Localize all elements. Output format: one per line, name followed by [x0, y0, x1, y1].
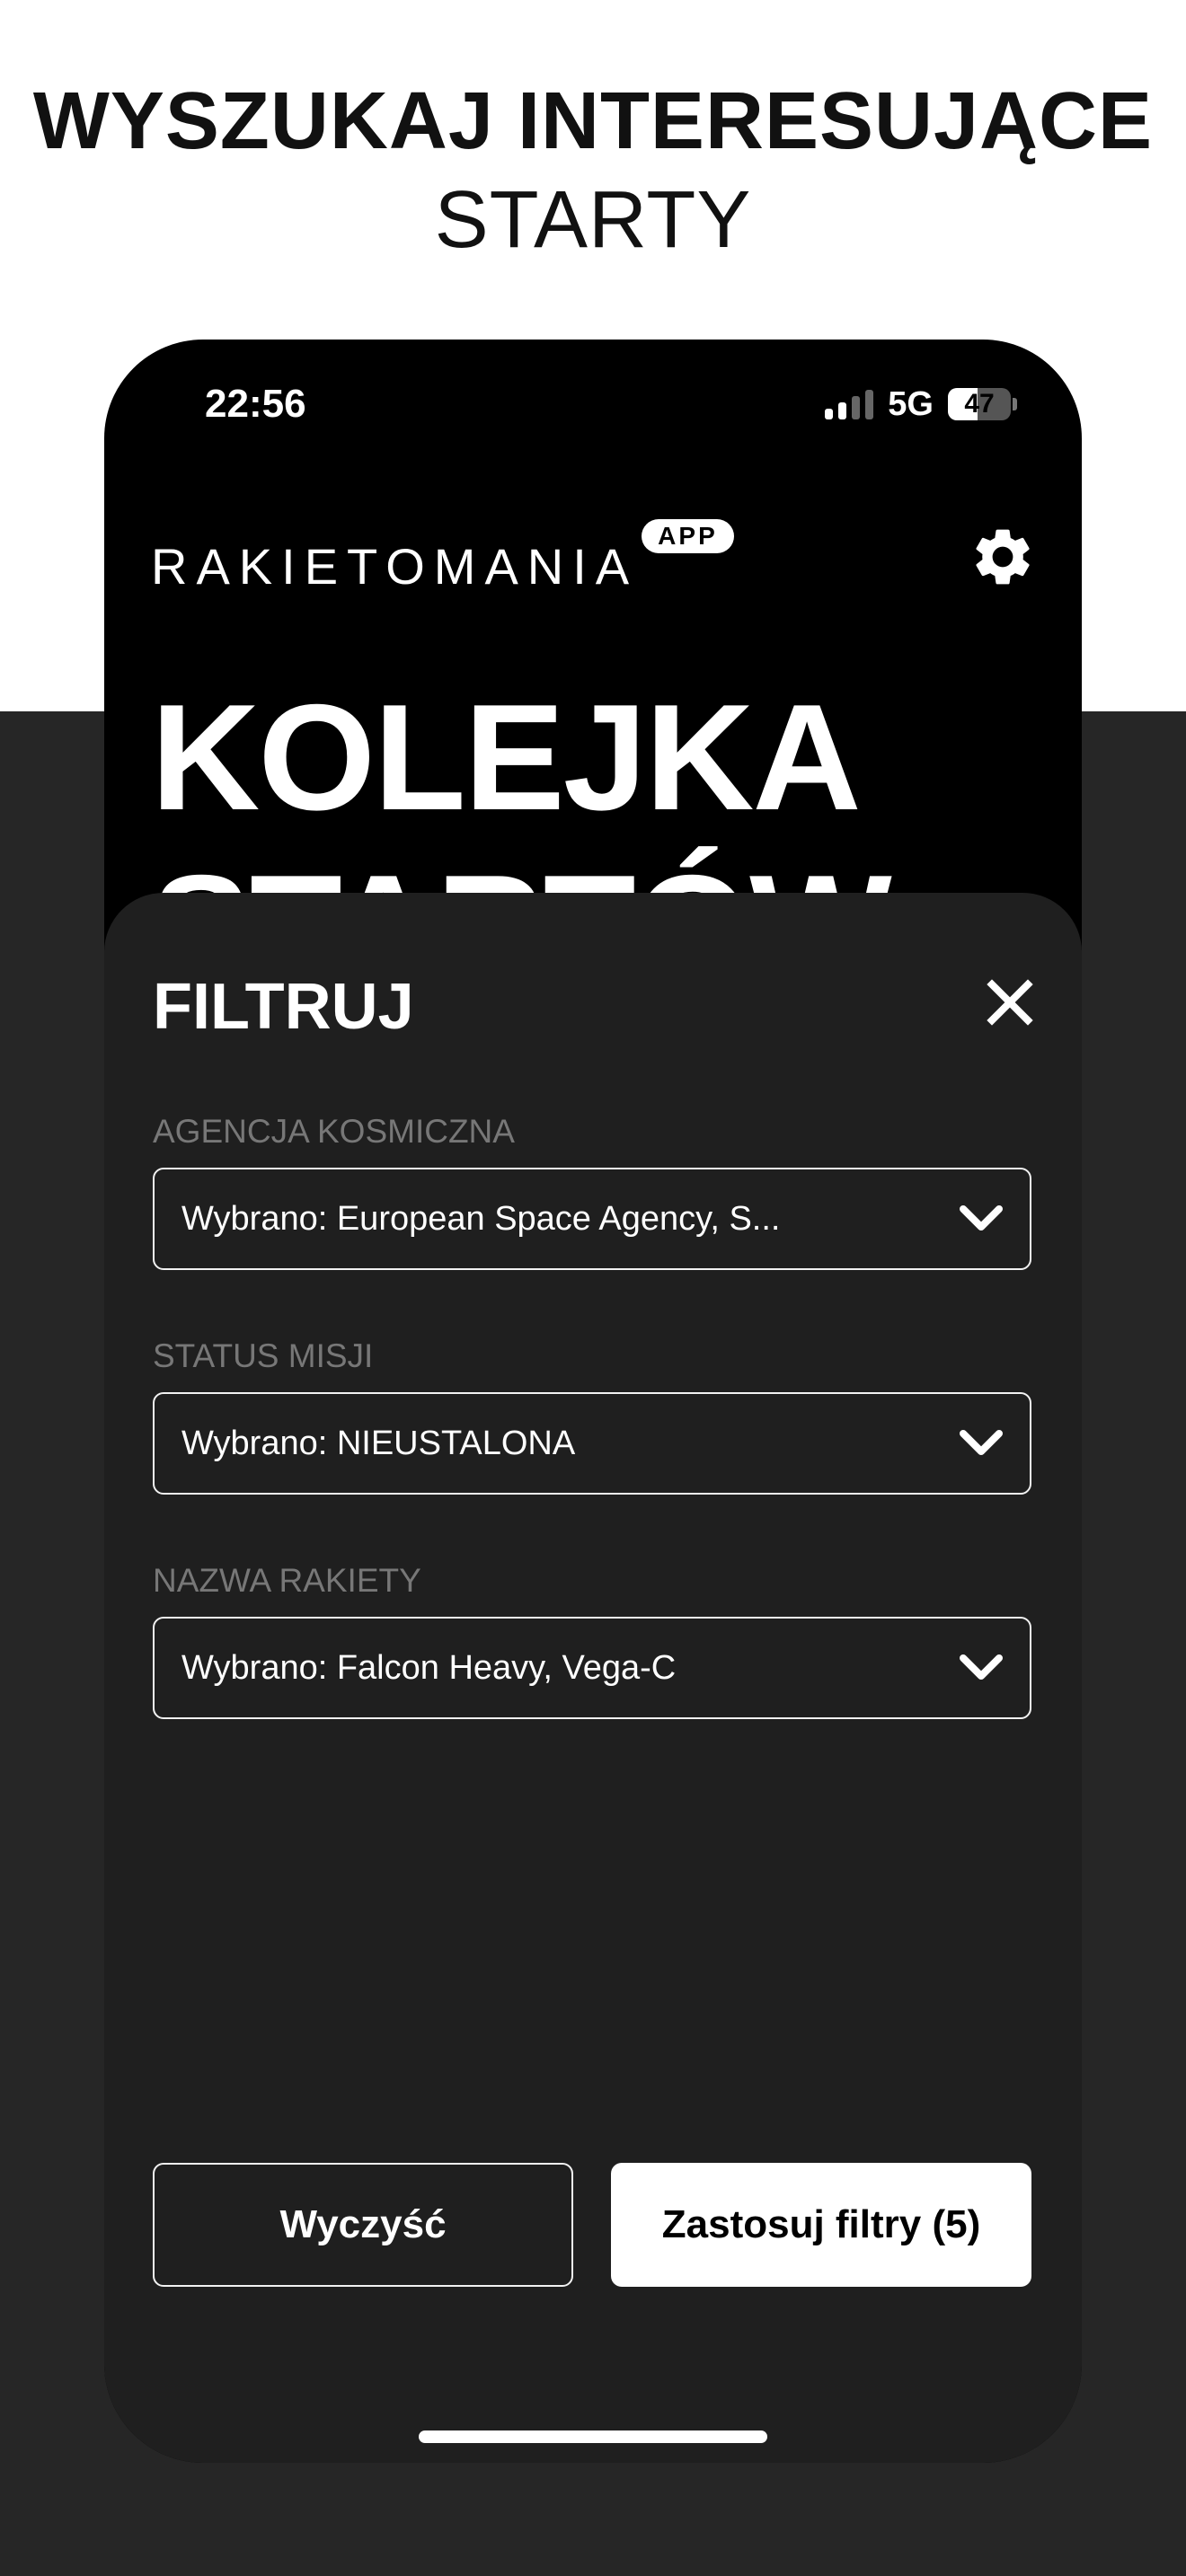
- home-indicator[interactable]: [419, 2430, 767, 2443]
- rocket-name-filter-label: NAZWA RAKIETY: [153, 1562, 421, 1599]
- logo-text: RAKIETOMANIA: [151, 538, 639, 595]
- promo-headline-bold: WYSZUKAJ INTERESUJĄCE: [32, 76, 1154, 166]
- apply-filters-button[interactable]: Zastosuj filtry (5): [611, 2163, 1031, 2287]
- chevron-down-icon: [960, 1654, 1003, 1680]
- rocket-name-select[interactable]: Wybrano: Falcon Heavy, Vega-C: [153, 1617, 1031, 1719]
- clear-filters-button[interactable]: Wyczyść: [153, 2163, 573, 2287]
- agency-select[interactable]: Wybrano: European Space Agency, S...: [153, 1168, 1031, 1270]
- signal-icon: [825, 389, 874, 419]
- mission-status-filter-label: STATUS MISJI: [153, 1337, 374, 1374]
- network-type: 5G: [888, 385, 934, 423]
- chevron-down-icon: [960, 1205, 1003, 1231]
- agency-filter-label: AGENCJA KOSMICZNA: [153, 1113, 515, 1150]
- battery-icon: 47: [948, 388, 1011, 420]
- agency-select-value: Wybrano: European Space Agency, S...: [181, 1199, 781, 1238]
- logo-badge: APP: [642, 519, 734, 553]
- rocket-name-select-value: Wybrano: Falcon Heavy, Vega-C: [181, 1648, 677, 1687]
- filter-sheet: FILTRUJ AGENCJA KOSMICZNA Wybrano: Europ…: [104, 893, 1082, 2463]
- chevron-down-icon: [960, 1430, 1003, 1455]
- status-indicators: 5G 47: [825, 386, 1017, 422]
- close-icon[interactable]: [983, 975, 1037, 1029]
- battery-level: 47: [964, 389, 995, 419]
- promo-headline: WYSZUKAJ INTERESUJĄCE STARTY: [0, 72, 1186, 269]
- phone-screen: 22:56 5G 47 RAKIETOMANIA APP KOLEJKA STA…: [104, 340, 1082, 2463]
- status-time: 22:56: [205, 382, 306, 426]
- mission-status-select-value: Wybrano: NIEUSTALONA: [181, 1424, 576, 1462]
- filter-sheet-title: FILTRUJ: [153, 971, 414, 1043]
- promo-headline-light: STARTY: [434, 175, 752, 265]
- app-logo: RAKIETOMANIA APP: [151, 519, 734, 595]
- battery-tip: [1013, 398, 1017, 410]
- mission-status-select[interactable]: Wybrano: NIEUSTALONA: [153, 1392, 1031, 1495]
- gear-icon[interactable]: [969, 523, 1037, 591]
